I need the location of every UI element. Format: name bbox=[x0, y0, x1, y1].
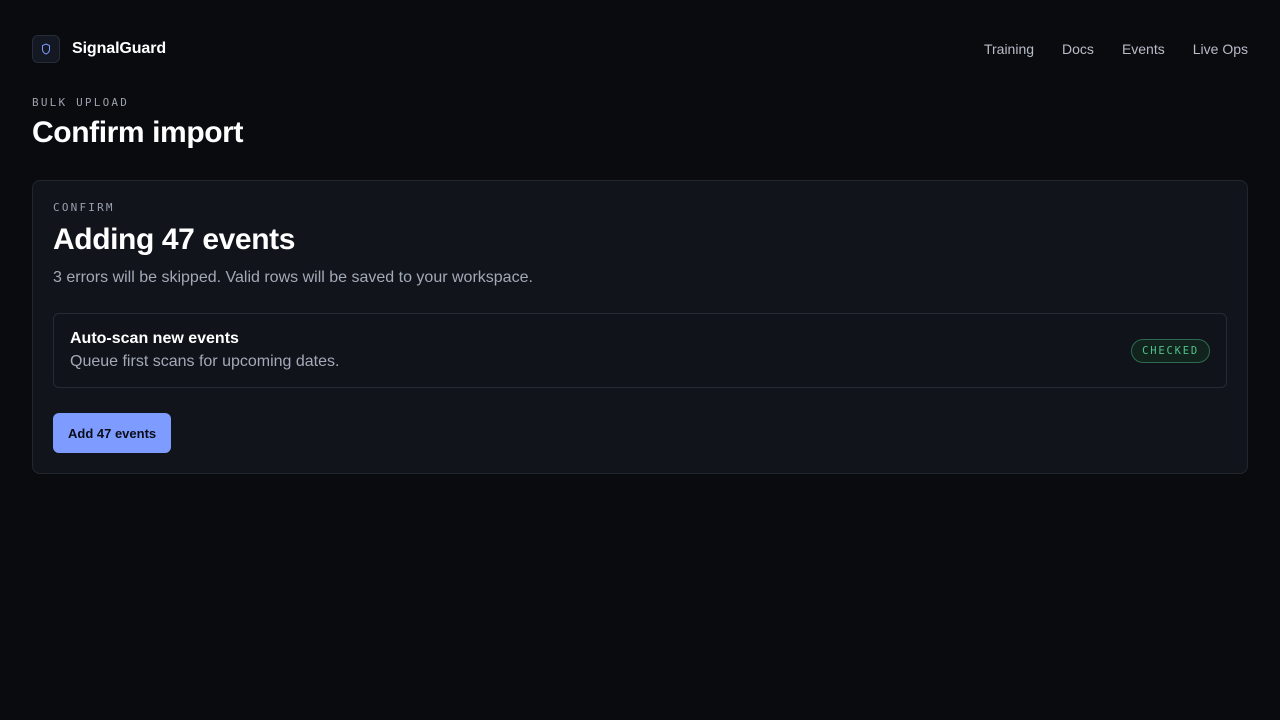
nav-item-live-ops[interactable]: Live Ops bbox=[1193, 41, 1248, 57]
nav-item-training[interactable]: Training bbox=[984, 41, 1034, 57]
app-name: SignalGuard bbox=[72, 40, 167, 57]
card-description: 3 errors will be skipped. Valid rows wil… bbox=[53, 269, 533, 286]
main-nav: Training Docs Events Live Ops bbox=[984, 41, 1248, 57]
brand[interactable]: SignalGuard bbox=[32, 35, 166, 63]
page-eyebrow: BULK UPLOAD bbox=[32, 96, 130, 109]
nav-item-docs[interactable]: Docs bbox=[1062, 41, 1094, 57]
option-title: Auto-scan new events bbox=[70, 330, 239, 347]
shield-icon bbox=[32, 35, 60, 63]
card-title: Adding 47 events bbox=[53, 223, 295, 256]
auto-scan-option[interactable]: Auto-scan new events Queue first scans f… bbox=[53, 313, 1227, 388]
add-events-button[interactable]: Add 47 events bbox=[53, 413, 172, 453]
status-badge[interactable]: CHECKED bbox=[1131, 339, 1210, 363]
card-eyebrow: CONFIRM bbox=[53, 201, 115, 214]
page-title: Confirm import bbox=[32, 116, 244, 149]
nav-item-events[interactable]: Events bbox=[1122, 41, 1165, 57]
page: SignalGuard Training Docs Events Live Op… bbox=[0, 0, 1280, 720]
confirm-card: CONFIRM Adding 47 events 3 errors will b… bbox=[32, 180, 1248, 474]
top-bar: SignalGuard Training Docs Events Live Op… bbox=[32, 0, 1248, 100]
option-subtitle: Queue first scans for upcoming dates. bbox=[70, 353, 340, 370]
